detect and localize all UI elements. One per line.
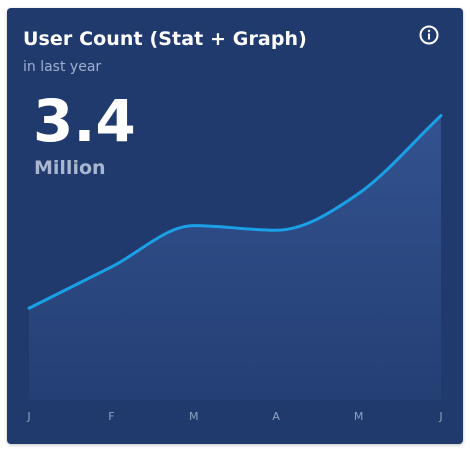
x-tick-label: J: [438, 410, 442, 423]
chart-area-fill: [29, 115, 441, 400]
x-tick-label: F: [108, 410, 114, 423]
x-tick-label: J: [26, 410, 30, 423]
x-tick-label: A: [272, 410, 280, 423]
user-count-card: User Count (Stat + Graph) in last year 3…: [7, 8, 463, 444]
x-tick-label: M: [354, 410, 364, 423]
user-count-chart: JFMAMJ: [26, 114, 443, 423]
x-tick-label: M: [189, 410, 199, 423]
